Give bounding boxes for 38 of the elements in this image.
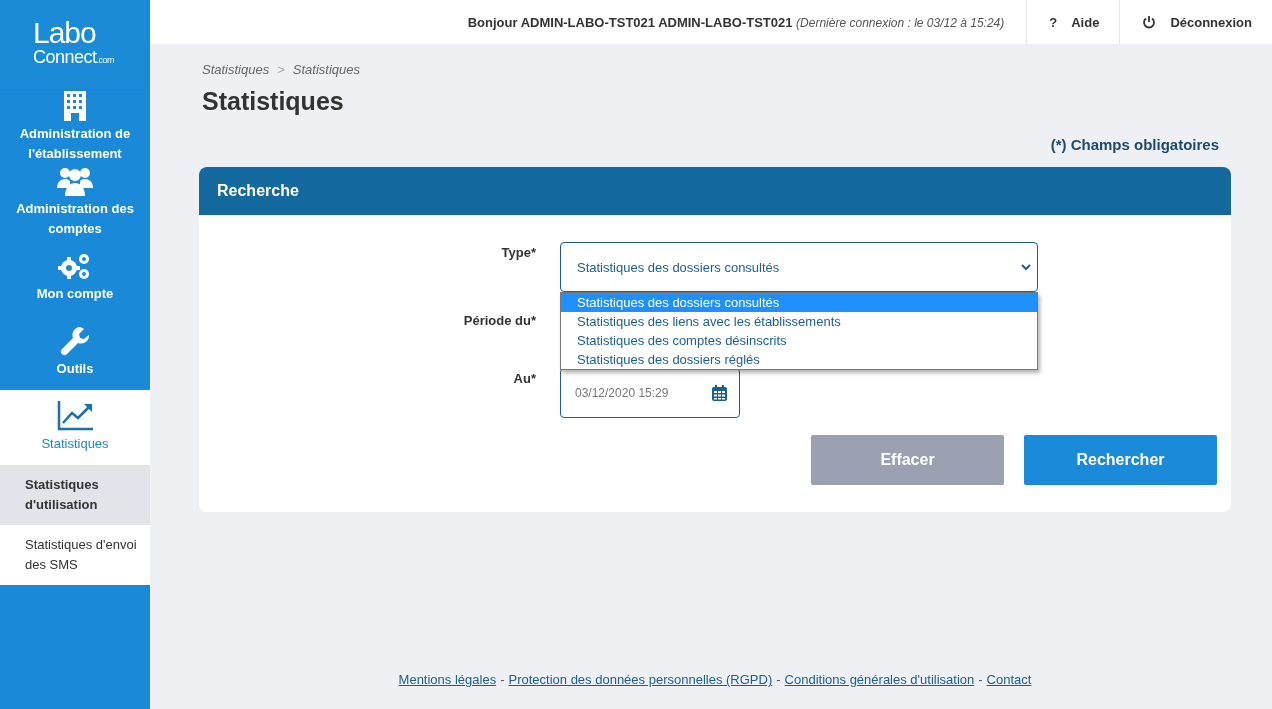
nav-item[interactable]: Administration des comptes [0,165,150,240]
type-select[interactable]: Statistiques des dossiers consultés [560,242,1038,292]
dropdown-option[interactable]: Statistiques des liens avec les établissements [561,312,1037,331]
breadcrumb-separator: > [277,62,285,77]
nav-item[interactable]: Outils [0,315,150,390]
wrench-icon [60,326,90,356]
users-icon [57,166,93,196]
footer-link[interactable]: Conditions générales d'utilisation [784,672,975,687]
panel-header: Recherche [199,167,1231,215]
calendar-icon [712,385,727,401]
dropdown-option[interactable]: Statistiques des dossiers réglés [561,350,1037,369]
greeting-text: Bonjour ADMIN-LABO-TST021 ADMIN-LABO-TST021 (Dernière connexion : le 03/12 à 15:24) [467,14,1005,30]
link-separator: - [776,672,781,687]
field-label: Période du* [462,312,536,328]
building-icon [64,91,86,121]
link-separator: - [978,672,983,687]
gears-icon [58,251,92,281]
dropdown-option[interactable]: Statistiques des dossiers consultés [561,293,1037,312]
submenu-item[interactable]: Statistiques d'envoi des SMS [0,525,150,585]
dropdown-option[interactable]: Statistiques des comptes désinscrits [561,331,1037,350]
footer-link[interactable]: Contact [986,672,1032,687]
nav-item[interactable]: Statistiques [0,390,150,465]
link-separator: - [500,672,505,687]
field-label: Type* [500,244,536,260]
chevron-down-icon [1021,263,1031,271]
breadcrumb-link[interactable]: Statistiques [202,62,270,77]
search-button[interactable]: Rechercher [1024,435,1217,485]
footer-link[interactable]: Protection des données personnelles (RGPD) [508,672,773,687]
field-label: Au* [512,370,536,386]
nav-item[interactable]: Administration de l'établissement [0,90,150,165]
submenu-item[interactable]: Statistiques d'utilisation [0,465,150,525]
chart-icon [57,401,93,431]
page-title: Statistiques [202,87,345,116]
required-fields-note: (*) Champs obligatoires [1050,136,1219,153]
nav-item[interactable]: Mon compte [0,240,150,315]
footer-link[interactable]: Mentions légales [398,672,497,687]
power-icon [1142,15,1157,29]
breadcrumb-link[interactable]: Statistiques [292,62,360,77]
